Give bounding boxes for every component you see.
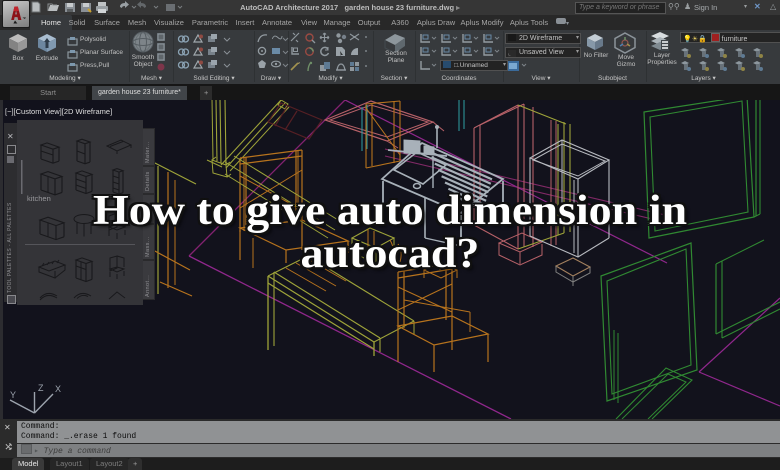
svg-text:Y: Y xyxy=(10,390,16,400)
svg-text:X: X xyxy=(55,384,61,394)
svg-text:Z: Z xyxy=(38,383,44,393)
